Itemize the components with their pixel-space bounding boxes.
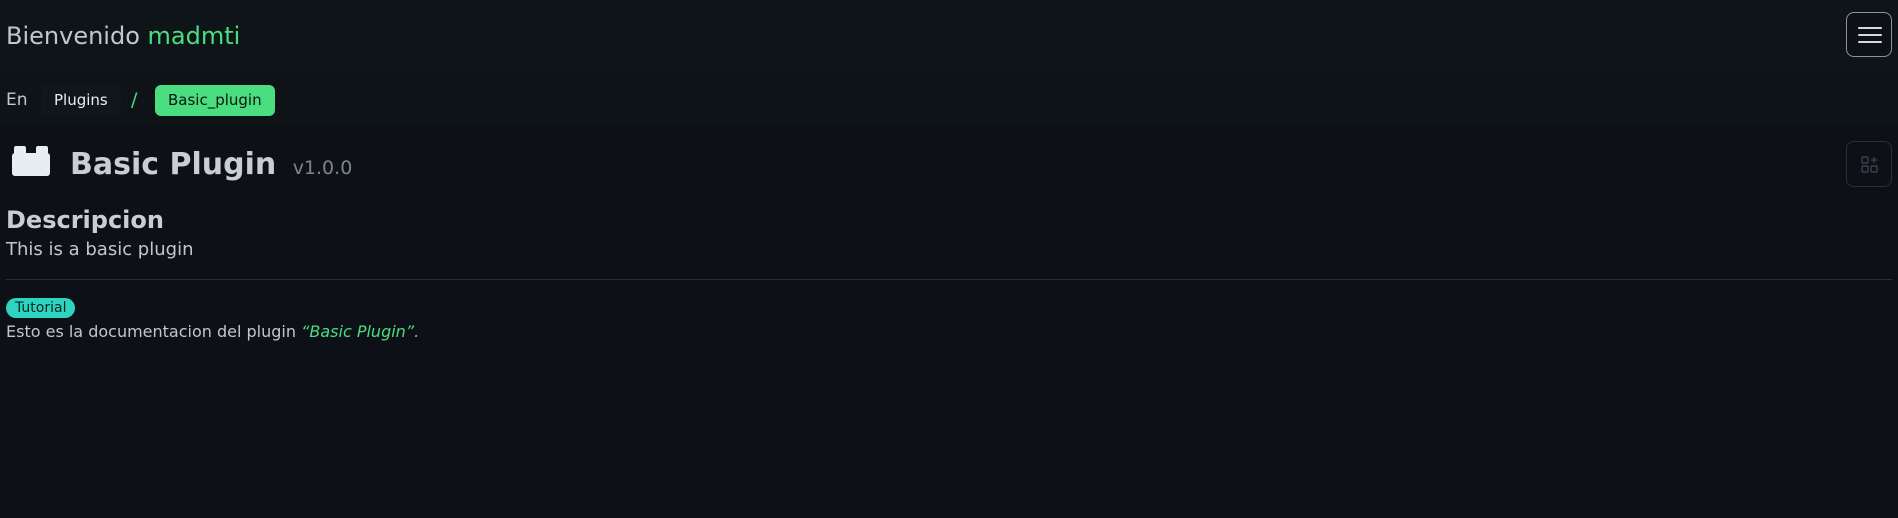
add-widget-button[interactable] — [1846, 141, 1892, 187]
breadcrumb-item-plugins[interactable]: Plugins — [41, 85, 121, 116]
top-header: Bienvenido madmti — [0, 0, 1898, 72]
plugin-block-icon — [12, 146, 50, 176]
plugin-version: v1.0.0 — [292, 157, 353, 179]
documentation-suffix: . — [414, 322, 420, 341]
language-selector[interactable]: En — [6, 89, 28, 111]
plugin-header: Basic Plugin v1.0.0 — [0, 140, 1898, 190]
breadcrumb: En Plugins / Basic_plugin — [0, 72, 1898, 126]
documentation-highlight: “Basic Plugin” — [301, 322, 415, 341]
username[interactable]: madmti — [148, 22, 241, 50]
plugin-title-text: Basic Plugin — [70, 147, 277, 182]
tutorial-tag: Tutorial — [6, 298, 76, 318]
documentation-body: Esto es la documentacion del plugin — [6, 322, 296, 341]
breadcrumb-separator: / — [131, 89, 138, 111]
welcome-message: Bienvenido madmti — [6, 20, 240, 52]
section-divider — [6, 279, 1892, 280]
breadcrumb-item-current[interactable]: Basic_plugin — [155, 85, 275, 116]
description-heading: Descripcion — [6, 206, 164, 234]
description-text: This is a basic plugin — [6, 239, 194, 260]
menu-button[interactable] — [1846, 12, 1892, 57]
greeting-text: Bienvenido — [6, 22, 140, 50]
documentation-text: Esto es la documentacion del plugin “Bas… — [6, 321, 419, 343]
page-title: Basic Plugin v1.0.0 — [70, 146, 352, 187]
